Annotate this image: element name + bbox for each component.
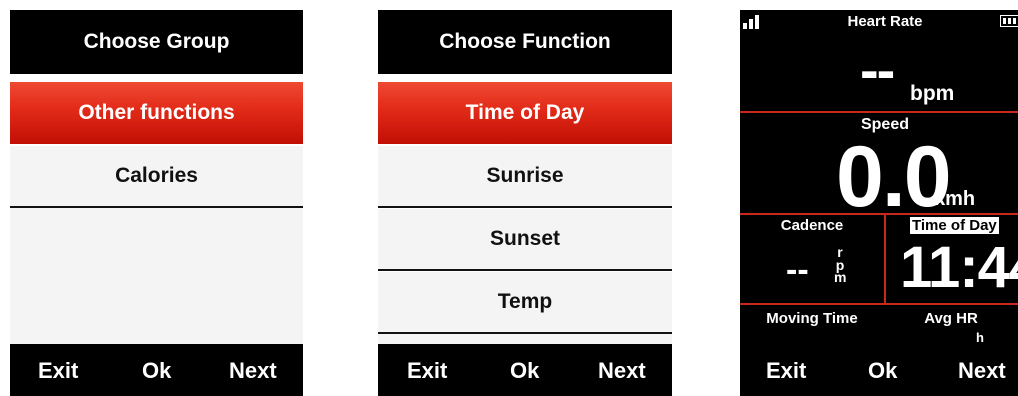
ok-button[interactable]: Ok xyxy=(142,358,171,384)
ok-button[interactable]: Ok xyxy=(868,358,897,384)
list-bottom xyxy=(378,334,672,344)
header-gap xyxy=(10,74,303,82)
choose-function-screen: Choose Function Time of Day Sunrise Suns… xyxy=(378,10,672,396)
avg-hr-label: Avg HR xyxy=(924,310,978,327)
empty-list-area xyxy=(10,208,303,344)
menu-item-calories[interactable]: Calories xyxy=(10,146,303,208)
time-of-day-value: 11:44 xyxy=(900,235,1018,300)
menu-item-time-of-day[interactable]: Time of Day xyxy=(378,82,672,144)
footer-bar: Exit Ok Next xyxy=(10,344,303,396)
speed-value: 0.0 xyxy=(836,129,952,225)
exit-button[interactable]: Exit xyxy=(766,358,806,384)
heart-rate-unit: bpm xyxy=(910,82,955,105)
speed-unit: kmh xyxy=(934,188,976,210)
divider xyxy=(884,213,886,305)
heart-rate-value: -- xyxy=(860,38,895,101)
screen-title: Choose Group xyxy=(10,10,303,74)
heart-rate-label: Heart Rate xyxy=(847,13,923,30)
exit-button[interactable]: Exit xyxy=(407,358,447,384)
choose-group-screen: Choose Group Other functions Calories Ex… xyxy=(10,10,303,396)
exit-button[interactable]: Exit xyxy=(38,358,78,384)
data-field-screen: Heart Rate -- bpm Speed 0.0 kmh Cadence … xyxy=(740,10,1018,396)
divider xyxy=(740,303,1018,305)
cadence-value: -- xyxy=(786,251,809,289)
time-of-day-label: Time of Day xyxy=(910,217,999,234)
footer-bar: Exit Ok Next xyxy=(740,344,1018,396)
next-button[interactable]: Next xyxy=(598,358,646,384)
divider xyxy=(740,213,1018,215)
menu-item-temp[interactable]: Temp xyxy=(378,272,672,334)
footer-bar: Exit Ok Next xyxy=(378,344,672,396)
screen-title: Choose Function xyxy=(378,10,672,74)
next-button[interactable]: Next xyxy=(229,358,277,384)
menu-item-sunset[interactable]: Sunset xyxy=(378,209,672,271)
menu-item-other-functions[interactable]: Other functions xyxy=(10,82,303,144)
moving-time-label: Moving Time xyxy=(766,310,858,327)
ok-button[interactable]: Ok xyxy=(510,358,539,384)
cadence-unit-m: m xyxy=(834,269,847,285)
avg-hr-value-partial: h xyxy=(976,330,984,345)
header-gap xyxy=(378,74,672,82)
next-button[interactable]: Next xyxy=(958,358,1006,384)
cadence-label: Cadence xyxy=(780,217,844,234)
divider xyxy=(740,111,1018,113)
battery-icon xyxy=(1000,15,1018,27)
menu-item-sunrise[interactable]: Sunrise xyxy=(378,146,672,208)
